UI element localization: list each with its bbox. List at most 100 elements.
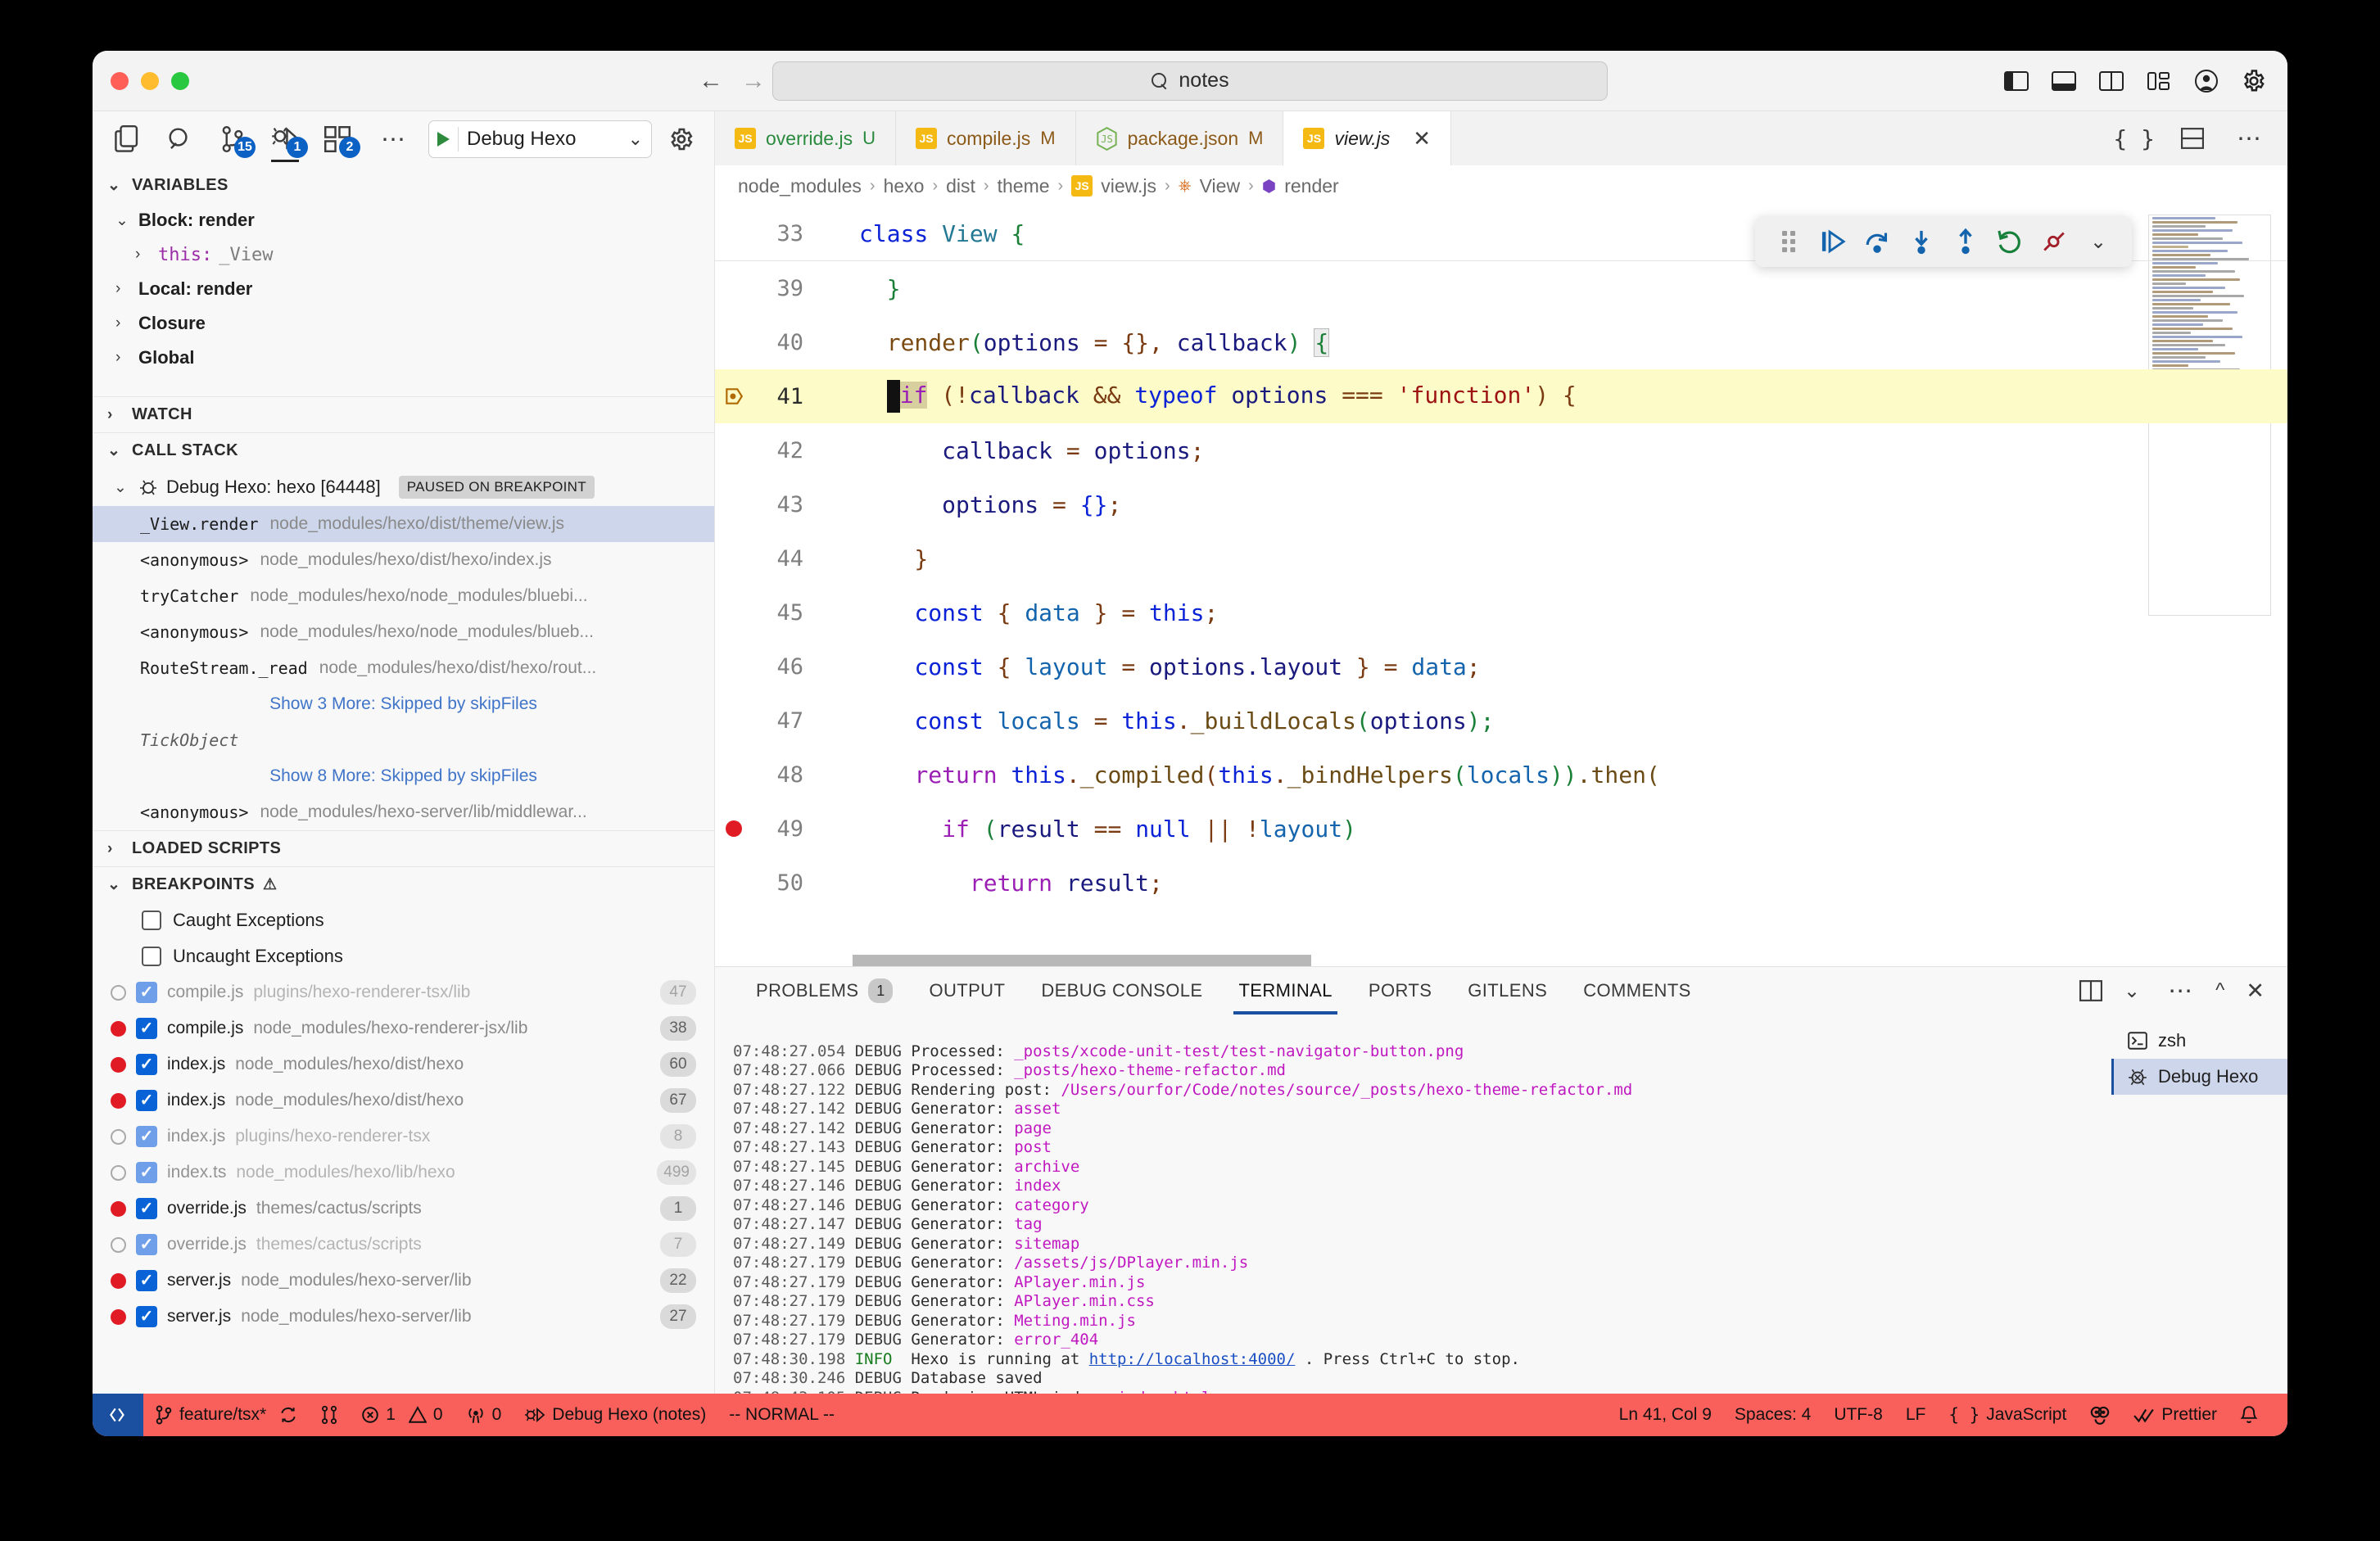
code-line[interactable]: 48 return this._compiled(this._bindHelpe… [715, 748, 2287, 802]
search-icon[interactable] [165, 124, 196, 155]
encoding-status[interactable]: UTF-8 [1822, 1405, 1894, 1425]
code-line[interactable]: 49 if (result == null || !layout) [715, 802, 2287, 856]
variables-scope-local-render[interactable]: › Local: render [93, 272, 714, 306]
more-actions-icon[interactable]: ⋯ [2168, 985, 2194, 997]
checkbox-checked-icon[interactable] [136, 1090, 157, 1111]
code-line[interactable]: 45 const { data } = this; [715, 585, 2287, 639]
section-header-variables[interactable]: ⌄ VARIABLES [93, 167, 714, 203]
close-window-button[interactable] [111, 72, 129, 90]
panel-tab-output[interactable]: OUTPUT [911, 967, 1023, 1015]
checkbox-checked-icon[interactable] [136, 1162, 157, 1183]
call-stack-frame[interactable]: <anonymous> node_modules/hexo/node_modul… [93, 614, 714, 650]
breakpoint-item[interactable]: server.js node_modules/hexo-server/lib 2… [93, 1299, 714, 1335]
formatter-status[interactable]: Prettier [2122, 1405, 2228, 1425]
drag-grip-icon[interactable] [1767, 219, 1811, 264]
indentation-status[interactable]: Spaces: 4 [1723, 1405, 1822, 1425]
variables-scope-closure[interactable]: › Closure [93, 306, 714, 341]
panel-tab-comments[interactable]: COMMENTS [1565, 967, 1709, 1015]
ports-status[interactable]: 0 [455, 1394, 514, 1436]
debug-session-row[interactable]: ⌄ Debug Hexo: hexo [64448] PAUSED ON BRE… [93, 468, 714, 506]
go-forward-icon[interactable]: → [741, 69, 766, 93]
breakpoint-item[interactable]: index.js plugins/hexo-renderer-tsx 8 [93, 1118, 714, 1155]
launch-configuration-select[interactable]: Debug Hexo ⌄ [428, 120, 652, 158]
panel-tab-terminal[interactable]: TERMINAL [1220, 967, 1350, 1015]
sync-icon[interactable] [279, 1406, 297, 1424]
call-stack-frame[interactable]: RouteStream._read node_modules/hexo/dist… [93, 650, 714, 686]
call-stack-frame[interactable]: tryCatcher node_modules/hexo/node_module… [93, 578, 714, 614]
explorer-icon[interactable] [112, 124, 143, 155]
terminal-instance-debug-hexo[interactable]: Debug Hexo [2111, 1059, 2287, 1095]
breakpoint-uncaught-exceptions[interactable]: Uncaught Exceptions [93, 938, 714, 974]
breakpoint-item[interactable]: override.js themes/cactus/scripts 1 [93, 1191, 714, 1227]
breadcrumb-item-node-modules[interactable]: node_modules [738, 175, 862, 197]
debug-session-status[interactable]: Debug Hexo (notes) [513, 1394, 717, 1436]
code-line[interactable]: 40 render(options = {}, callback) { [715, 315, 2287, 369]
breadcrumb-item-theme[interactable]: theme [998, 175, 1050, 197]
breakpoint-item[interactable]: index.js node_modules/hexo/dist/hexo 60 [93, 1046, 714, 1082]
panel-tab-debug-console[interactable]: DEBUG CONSOLE [1023, 967, 1220, 1015]
code-line[interactable]: 44 } [715, 531, 2287, 585]
current-statement-marker[interactable] [715, 386, 753, 407]
run-and-debug-icon[interactable]: 1 [269, 124, 301, 155]
breakpoint-item[interactable]: server.js node_modules/hexo-server/lib 2… [93, 1263, 714, 1299]
checkbox-checked-icon[interactable] [136, 1306, 157, 1327]
debug-toolbar[interactable]: ⌄ [1755, 216, 2132, 267]
open-json-icon[interactable]: { } [2113, 125, 2155, 152]
step-into-icon[interactable] [1899, 219, 1943, 264]
breakpoint-item[interactable]: compile.js plugins/hexo-renderer-tsx/lib… [93, 974, 714, 1010]
checkbox-unchecked-icon[interactable] [142, 947, 161, 966]
extensions-icon[interactable]: 2 [322, 124, 353, 155]
editor-tab-package-json[interactable]: JS package.json M [1076, 111, 1284, 165]
editor-tab-override-js[interactable]: JS override.js U [715, 111, 896, 165]
breakpoint-item[interactable]: override.js themes/cactus/scripts 7 [93, 1227, 714, 1263]
manage-gear-icon[interactable] [2242, 69, 2266, 93]
variables-scope-block-render[interactable]: ⌄ Block: render [93, 203, 714, 237]
maximize-window-button[interactable] [171, 72, 189, 90]
cursor-position[interactable]: Ln 41, Col 9 [1608, 1405, 1723, 1425]
restart-icon[interactable] [1988, 219, 2032, 264]
code-line[interactable]: 50 return result; [715, 856, 2287, 910]
code-line[interactable]: 47 const locals = this._buildLocals(opti… [715, 694, 2287, 748]
split-editor-down-icon[interactable] [2181, 128, 2204, 149]
disconnect-icon[interactable] [2032, 219, 2076, 264]
terminal-output[interactable]: 07:48:27.054 DEBUG Processed: _posts/xco… [715, 1015, 2111, 1394]
breakpoint-caught-exceptions[interactable]: Caught Exceptions [93, 902, 714, 938]
breadcrumb-item-dist[interactable]: dist [946, 175, 975, 197]
breadcrumb-item-render-symbol[interactable]: render [1284, 175, 1338, 197]
split-terminal-icon[interactable] [2079, 980, 2102, 1001]
code-line[interactable]: 46 const { layout = options.layout } = d… [715, 639, 2287, 694]
call-stack-show-more-link[interactable]: Show 8 More: Skipped by skipFiles [93, 758, 714, 794]
maximize-panel-icon[interactable]: ^ [2215, 979, 2224, 1002]
breakpoint-item[interactable]: compile.js node_modules/hexo-renderer-js… [93, 1010, 714, 1046]
checkbox-checked-icon[interactable] [136, 982, 157, 1003]
panel-tab-problems[interactable]: PROBLEMS 1 [738, 967, 911, 1015]
smiley-status[interactable] [2078, 1405, 2122, 1425]
source-control-icon[interactable]: 15 [217, 124, 248, 155]
breakpoint-item[interactable]: index.js node_modules/hexo/dist/hexo 67 [93, 1082, 714, 1118]
editor-tab-compile-js[interactable]: JS compile.js M [896, 111, 1076, 165]
breadcrumb-item-view-symbol[interactable]: View [1200, 175, 1240, 197]
call-stack-show-more-link[interactable]: Show 3 More: Skipped by skipFiles [93, 686, 714, 722]
close-panel-icon[interactable]: ✕ [2246, 978, 2265, 1004]
start-debugging-icon[interactable] [437, 132, 450, 147]
call-stack-frame[interactable]: <anonymous> node_modules/hexo-server/lib… [93, 794, 714, 830]
breakpoint-marker[interactable] [715, 820, 753, 837]
minimize-window-button[interactable] [141, 72, 159, 90]
editor-tab-view-js[interactable]: JS view.js ✕ [1283, 111, 1451, 165]
checkbox-checked-icon[interactable] [136, 1198, 157, 1219]
code-line[interactable]: 43 options = {}; [715, 477, 2287, 531]
checkbox-checked-icon[interactable] [136, 1018, 157, 1039]
more-actions-icon[interactable]: ⋯ [2237, 133, 2263, 145]
section-header-loaded-scripts[interactable]: › LOADED SCRIPTS [93, 830, 714, 866]
account-icon[interactable] [2194, 69, 2219, 93]
code-editor[interactable]: ⌄ [715, 206, 2287, 966]
step-out-icon[interactable] [1943, 219, 1988, 264]
source-control-branch[interactable]: feature/tsx* [143, 1394, 309, 1436]
chevron-down-icon[interactable]: ⌄ [2124, 979, 2140, 1003]
variables-scope-global[interactable]: › Global [93, 341, 714, 375]
code-line[interactable]: 42 callback = options; [715, 423, 2287, 477]
close-tab-icon[interactable]: ✕ [1413, 126, 1431, 151]
call-stack-frame[interactable]: <anonymous> node_modules/hexo/dist/hexo/… [93, 542, 714, 578]
breadcrumb-item-hexo[interactable]: hexo [884, 175, 925, 197]
checkbox-checked-icon[interactable] [136, 1126, 157, 1147]
